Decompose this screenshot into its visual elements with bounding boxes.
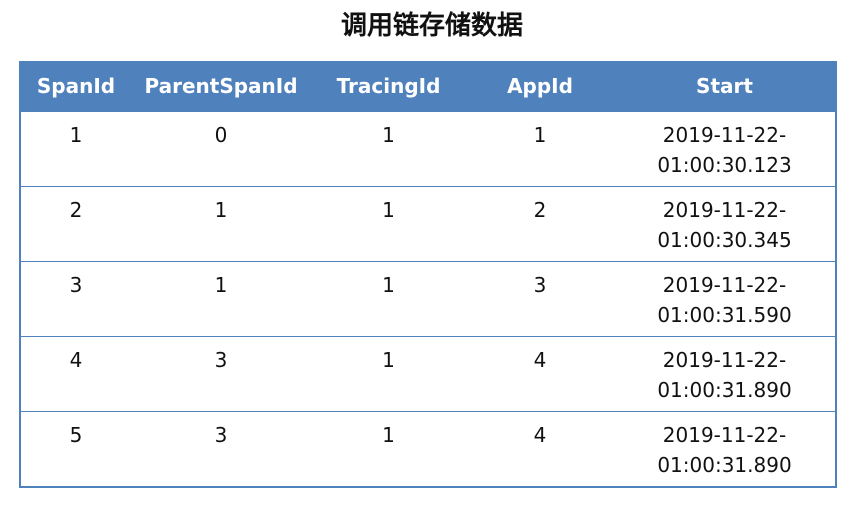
cell-start: 2019-11-22- 01:00:31.590: [614, 270, 835, 336]
page-title: 调用链存储数据: [340, 11, 523, 41]
cell-start-time: 01:00:31.890: [657, 378, 792, 402]
cell-parent-span-id: 1: [214, 198, 228, 222]
cell-start: 2019-11-22- 01:00:30.123: [614, 120, 835, 186]
cell-span-id: 1: [69, 123, 83, 147]
header-start: Start: [696, 74, 753, 98]
cell-start-date: 2019-11-22-: [662, 423, 787, 447]
header-span-id: SpanId: [36, 74, 116, 98]
cell-start: 2019-11-22- 01:00:31.890: [614, 420, 835, 486]
cell-app-id: 4: [533, 423, 547, 447]
cell-span-id: 3: [69, 273, 83, 297]
cell-span-id: 5: [69, 423, 83, 447]
cell-span-id: 2: [69, 198, 83, 222]
cell-start-time: 01:00:30.123: [657, 153, 792, 177]
header-parent-span-id: ParentSpanId: [144, 74, 298, 98]
table-row: 3 1 1 3 2019-11-22- 01:00:31.590: [21, 261, 835, 336]
header-tracing-id: TracingId: [336, 74, 441, 98]
cell-app-id: 4: [533, 348, 547, 372]
cell-start-time: 01:00:30.345: [657, 228, 792, 252]
cell-parent-span-id: 0: [214, 123, 228, 147]
cell-parent-span-id: 1: [214, 273, 228, 297]
table-header-row: SpanId ParentSpanId TracingId AppId Star…: [21, 63, 835, 111]
cell-start-date: 2019-11-22-: [662, 348, 787, 372]
cell-start: 2019-11-22- 01:00:30.345: [614, 195, 835, 261]
table-row: 2 1 1 2 2019-11-22- 01:00:30.345: [21, 186, 835, 261]
cell-parent-span-id: 3: [214, 423, 228, 447]
cell-tracing-id: 1: [382, 198, 395, 222]
cell-tracing-id: 1: [382, 273, 395, 297]
header-app-id: AppId: [507, 74, 573, 98]
cell-start-date: 2019-11-22-: [662, 273, 787, 297]
cell-start-time: 01:00:31.590: [657, 303, 792, 327]
cell-app-id: 3: [533, 273, 547, 297]
cell-tracing-id: 1: [382, 348, 395, 372]
table-row: 5 3 1 4 2019-11-22- 01:00:31.890: [21, 411, 835, 486]
cell-app-id: 2: [533, 198, 547, 222]
cell-tracing-id: 1: [382, 423, 395, 447]
cell-start: 2019-11-22- 01:00:31.890: [614, 345, 835, 411]
cell-app-id: 1: [533, 123, 547, 147]
cell-span-id: 4: [69, 348, 83, 372]
cell-start-date: 2019-11-22-: [662, 123, 787, 147]
table-row: 4 3 1 4 2019-11-22- 01:00:31.890: [21, 336, 835, 411]
cell-tracing-id: 1: [382, 123, 395, 147]
table-row: 1 0 1 1 2019-11-22- 01:00:30.123: [21, 111, 835, 186]
trace-data-table: SpanId ParentSpanId TracingId AppId Star…: [19, 61, 837, 488]
cell-parent-span-id: 3: [214, 348, 228, 372]
cell-start-time: 01:00:31.890: [657, 453, 792, 477]
cell-start-date: 2019-11-22-: [662, 198, 787, 222]
